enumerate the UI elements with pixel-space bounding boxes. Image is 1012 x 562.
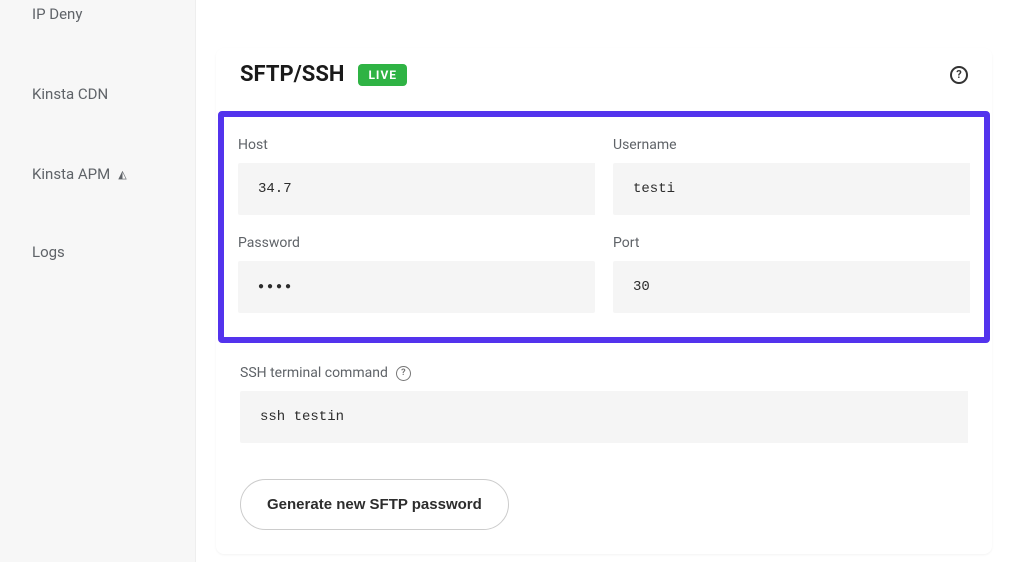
host-label: Host xyxy=(238,137,595,153)
mask xyxy=(684,261,970,313)
mask xyxy=(720,163,970,215)
env-badge: LIVE xyxy=(358,64,407,86)
sidebar-item-label: IP Deny xyxy=(32,5,82,23)
port-value[interactable]: 30 xyxy=(613,261,970,313)
sidebar-item-label: Logs xyxy=(32,243,65,261)
field-port: Port 30 xyxy=(613,235,970,313)
ssh-command-value[interactable]: ssh testin xyxy=(240,391,968,443)
ssh-label: SSH terminal command xyxy=(240,365,388,381)
sftp-card: SFTP/SSH LIVE ? Host 34.7 Username testi xyxy=(216,48,992,554)
sidebar-item-label: Kinsta CDN xyxy=(32,85,108,103)
sidebar-item-kinsta-cdn[interactable]: Kinsta CDN xyxy=(0,82,195,106)
mask xyxy=(345,163,595,215)
sidebar: IP Deny Kinsta CDN Kinsta APM ◭ Logs xyxy=(0,0,196,562)
generate-sftp-password-button[interactable]: Generate new SFTP password xyxy=(240,479,509,530)
button-row: Generate new SFTP password xyxy=(216,443,992,530)
beta-icon: ◭ xyxy=(118,168,126,181)
ssh-label-row: SSH terminal command ? xyxy=(240,365,968,381)
page-title: SFTP/SSH xyxy=(240,62,344,87)
username-label: Username xyxy=(613,137,970,153)
field-username: Username testi xyxy=(613,137,970,215)
username-value[interactable]: testi xyxy=(613,163,970,215)
sidebar-item-logs[interactable]: Logs xyxy=(0,240,195,264)
credentials-box: Host 34.7 Username testi Password ●●●● xyxy=(218,111,990,343)
sidebar-item-label: Kinsta APM xyxy=(32,165,110,183)
main-content: SFTP/SSH LIVE ? Host 34.7 Username testi xyxy=(196,0,1012,562)
card-header: SFTP/SSH LIVE ? xyxy=(216,48,992,111)
ssh-section: SSH terminal command ? ssh testin xyxy=(216,343,992,443)
field-password: Password ●●●● xyxy=(238,235,595,313)
sidebar-item-kinsta-apm[interactable]: Kinsta APM ◭ xyxy=(0,162,195,186)
password-value[interactable]: ●●●● xyxy=(238,261,595,313)
sidebar-item-ip-deny[interactable]: IP Deny xyxy=(0,2,195,26)
help-icon[interactable]: ? xyxy=(396,366,411,381)
host-value[interactable]: 34.7 xyxy=(238,163,595,215)
mask xyxy=(604,391,968,443)
field-host: Host 34.7 xyxy=(238,137,595,215)
port-label: Port xyxy=(613,235,970,251)
help-icon[interactable]: ? xyxy=(950,66,968,84)
password-label: Password xyxy=(238,235,595,251)
header-left: SFTP/SSH LIVE xyxy=(240,62,407,87)
